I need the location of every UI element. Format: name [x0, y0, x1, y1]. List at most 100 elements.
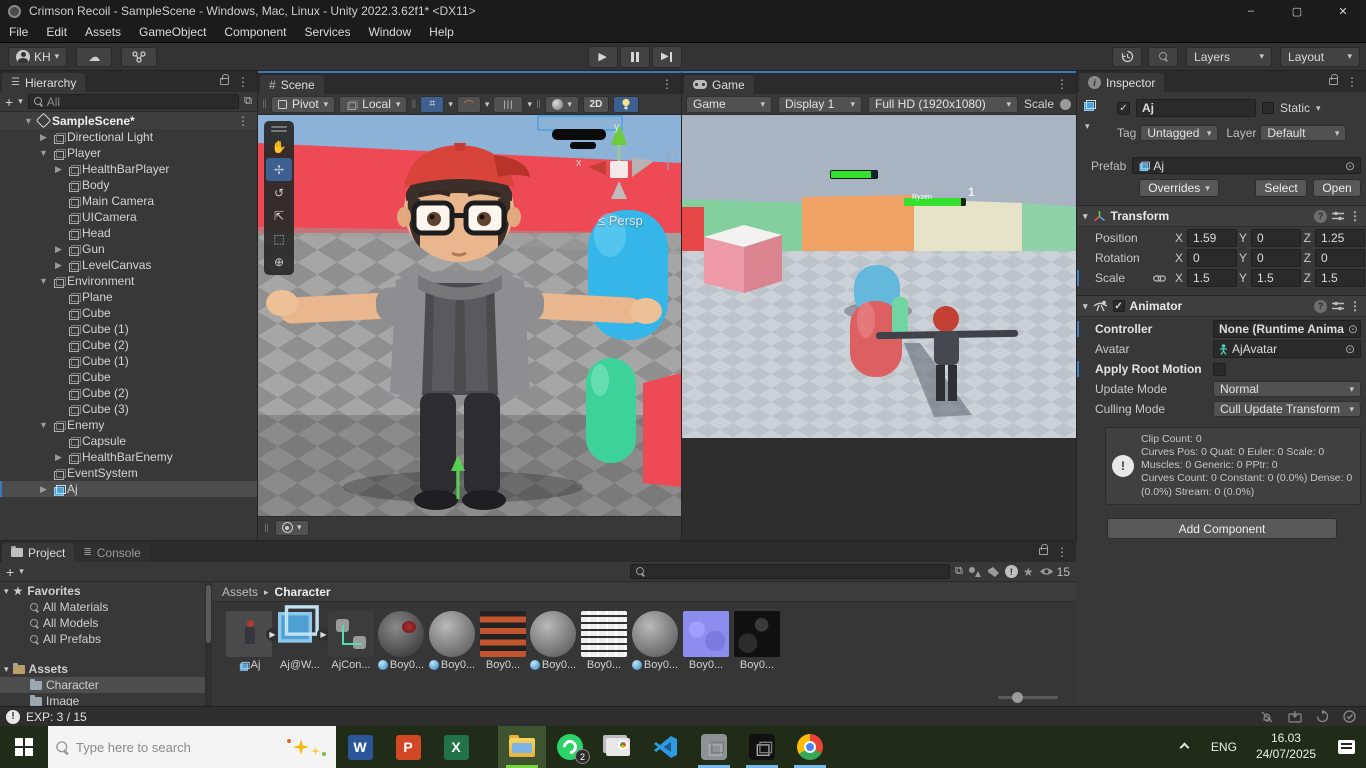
favorite-all-prefabs[interactable]: All Prefabs [0, 631, 205, 647]
object-picker-icon[interactable]: ⊙ [1345, 342, 1355, 356]
game-viewport[interactable]: Ryzen 1 [682, 115, 1077, 438]
search-button[interactable] [1148, 47, 1178, 67]
name-input[interactable] [1142, 101, 1250, 115]
visibility-count[interactable]: 15 [1039, 565, 1070, 579]
layer-dropdown[interactable]: Default▾ [1260, 125, 1346, 141]
pivot-dropdown[interactable]: Pivot▾ [271, 96, 335, 113]
hierarchy-search-field[interactable] [28, 94, 239, 109]
asset-item[interactable]: Boy0... [732, 611, 782, 671]
panel-menu-icon[interactable]: ⋮ [1056, 78, 1068, 90]
controller-field[interactable]: None (Runtime Anima⊙ [1213, 320, 1361, 338]
presets-icon[interactable] [1332, 211, 1344, 221]
link-scale-icon[interactable] [1153, 274, 1166, 283]
asset-item[interactable]: ▶ Aj@W... [275, 611, 325, 671]
open-button[interactable]: Open [1313, 179, 1361, 197]
animator-header[interactable]: ▾ ✓ Animator ? ⋮ [1077, 295, 1366, 317]
panel-menu-icon[interactable]: ⋮ [1056, 546, 1068, 558]
rotation-y-field[interactable] [1251, 249, 1301, 267]
hierarchy-item[interactable]: Capsule [0, 433, 257, 449]
hierarchy-item[interactable]: Cube (2) [0, 337, 257, 353]
favorites-root[interactable]: ▾★Favorites [0, 583, 205, 599]
asset-item[interactable]: Boy0... [630, 611, 680, 671]
component-menu-icon[interactable]: ⋮ [1349, 210, 1361, 222]
account-dropdown[interactable]: KH ▾ [8, 47, 67, 67]
panel-menu-icon[interactable]: ⋮ [1346, 76, 1358, 88]
taskbar-file-explorer[interactable] [498, 726, 546, 768]
clock[interactable]: 16.03 24/07/2025 [1246, 726, 1326, 768]
notification-center-button[interactable] [1326, 726, 1366, 768]
console-message-icon[interactable]: ! [6, 710, 20, 724]
hierarchy-item[interactable]: EventSystem [0, 465, 257, 481]
create-add-button[interactable]: + [5, 94, 13, 110]
taskbar-whatsapp[interactable]: 2 [546, 726, 594, 768]
menu-window[interactable]: Window [359, 22, 420, 42]
taskbar-excel[interactable]: X [432, 726, 480, 768]
chevron-down-icon[interactable]: ▾ [1316, 103, 1321, 114]
tab-hierarchy[interactable]: ☰ Hierarchy [2, 73, 85, 92]
grid-visibility-button[interactable]: ⌗ [420, 96, 444, 113]
layout-dropdown[interactable]: Layout▾ [1280, 47, 1360, 67]
taskbar-search-input[interactable] [76, 740, 278, 755]
taskbar-search-box[interactable] [48, 726, 336, 768]
hierarchy-item[interactable]: ▼Player [0, 145, 257, 161]
layers-dropdown[interactable]: Layers▾ [1186, 47, 1272, 67]
version-control-button[interactable] [121, 47, 157, 67]
menu-services[interactable]: Services [295, 22, 359, 42]
transform-header[interactable]: ▾ Transform ? ⋮ [1077, 205, 1366, 227]
hierarchy-item-scene[interactable]: ▼ SampleScene* ⋮ [0, 112, 257, 129]
scale-x-field[interactable] [1187, 269, 1237, 287]
breadcrumb-character[interactable]: Character [275, 585, 331, 599]
culling-mode-dropdown[interactable]: Cull Update Transform▾ [1213, 401, 1361, 417]
snap-button[interactable]: ⌒ [457, 96, 481, 113]
overrides-button[interactable]: Overrides▾ [1139, 179, 1219, 197]
taskbar-unity[interactable] [738, 726, 786, 768]
tab-game[interactable]: Game [684, 75, 754, 94]
move-tool-button[interactable]: ✢ [266, 158, 292, 181]
maximize-button[interactable]: ▢ [1274, 0, 1320, 22]
name-field[interactable] [1136, 99, 1256, 117]
hierarchy-item[interactable]: Body [0, 177, 257, 193]
hierarchy-item[interactable]: Head [0, 225, 257, 241]
animator-enabled-checkbox[interactable]: ✓ [1113, 300, 1125, 312]
rotation-z-field[interactable] [1315, 249, 1365, 267]
asset-item[interactable]: Boy0... [528, 611, 578, 671]
undo-history-button[interactable] [1112, 47, 1142, 67]
foldout-arrow-icon[interactable]: ▾ [1083, 301, 1088, 312]
expand-arrow-icon[interactable]: ▼ [22, 116, 35, 126]
hierarchy-item[interactable]: ▶Gun [0, 241, 257, 257]
apply-root-motion-checkbox[interactable] [1213, 363, 1226, 376]
rect-tool-button[interactable]: ⬚ [266, 227, 292, 250]
assets-root[interactable]: ▾Assets [0, 661, 205, 677]
breadcrumb-assets[interactable]: Assets [222, 585, 258, 599]
chevron-down-icon[interactable]: ▾ [18, 96, 23, 107]
tab-inspector[interactable]: i Inspector [1079, 73, 1164, 92]
panel-menu-icon[interactable]: ⋮ [661, 78, 673, 90]
hierarchy-search-input[interactable] [47, 95, 233, 109]
create-add-button[interactable]: + [6, 564, 14, 580]
add-component-button[interactable]: Add Component [1107, 518, 1337, 539]
slider-knob[interactable] [1012, 692, 1023, 703]
minimize-button[interactable]: – [1228, 0, 1274, 22]
asset-item[interactable]: Boy0... [376, 611, 426, 671]
hierarchy-item[interactable]: ▼Environment [0, 273, 257, 289]
project-search-input[interactable] [649, 565, 944, 579]
cloud-button[interactable]: ☁ [76, 47, 112, 67]
open-new-window-icon[interactable]: ⧉ [955, 565, 963, 578]
2d-toggle-button[interactable]: 2D [583, 96, 609, 113]
select-button[interactable]: Select [1255, 179, 1307, 197]
scale-slider-knob[interactable] [1060, 99, 1071, 110]
asset-item[interactable]: Boy0... [478, 611, 528, 671]
import-activity-icon[interactable] [1288, 711, 1302, 723]
asset-item[interactable]: Boy0... [681, 611, 731, 671]
hierarchy-item[interactable]: ▶HealthBarEnemy [0, 449, 257, 465]
rotate-tool-button[interactable]: ↺ [266, 181, 292, 204]
help-icon[interactable]: ? [1314, 300, 1327, 313]
hierarchy-item[interactable]: Cube (3) [0, 401, 257, 417]
menu-assets[interactable]: Assets [76, 22, 130, 42]
menu-component[interactable]: Component [215, 22, 295, 42]
hierarchy-item[interactable]: Main Camera [0, 193, 257, 209]
update-mode-dropdown[interactable]: Normal▾ [1213, 381, 1361, 397]
chevron-down-icon[interactable]: ▾ [448, 99, 453, 110]
scale-z-field[interactable] [1315, 269, 1365, 287]
object-picker-icon[interactable]: ⊙ [1348, 322, 1358, 336]
